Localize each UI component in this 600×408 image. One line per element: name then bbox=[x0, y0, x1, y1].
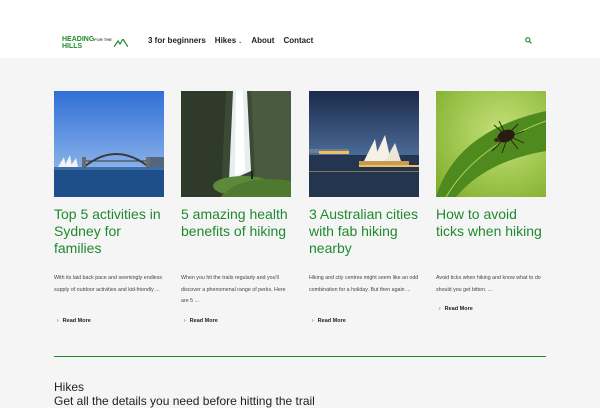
post-image-waterfall-hiker[interactable] bbox=[181, 91, 291, 197]
section-subtitle: Get all the details you need before hitt… bbox=[54, 394, 315, 408]
post-card: 3 Australian cities with fab hiking near… bbox=[309, 91, 419, 324]
nav-item-hikes[interactable]: Hikes ⌄ bbox=[215, 36, 243, 45]
section-title: Hikes bbox=[54, 380, 85, 394]
site-logo[interactable]: HEADINGFOR THE HILLS bbox=[62, 36, 128, 50]
post-card: How to avoid ticks when hiking Avoid tic… bbox=[436, 91, 546, 312]
post-image-tick-on-leaf[interactable] bbox=[436, 91, 546, 197]
post-image-sydney-harbour-bridge[interactable] bbox=[54, 91, 164, 197]
logo-text: HEADINGFOR THE HILLS bbox=[62, 36, 112, 50]
read-more-link[interactable]: › Read More bbox=[436, 306, 473, 312]
post-excerpt: Hiking and city centres might seem like … bbox=[309, 275, 419, 293]
post-image-sydney-opera-house-night[interactable] bbox=[309, 91, 419, 197]
main-nav: 3 for beginners Hikes ⌄ About Contact bbox=[148, 36, 322, 45]
search-icon bbox=[524, 36, 532, 44]
post-excerpt: With its laid back pace and seemingly en… bbox=[54, 275, 163, 293]
post-excerpt: When you hit the trails regularly and yo… bbox=[181, 275, 286, 304]
post-grid: Top 5 activities in Sydney for families … bbox=[54, 91, 546, 331]
post-card: 5 amazing health benefits of hiking When… bbox=[181, 91, 291, 324]
post-title[interactable]: How to avoid ticks when hiking bbox=[436, 206, 546, 240]
nav-item-about[interactable]: About bbox=[251, 36, 274, 45]
chevron-down-icon: ⌄ bbox=[238, 39, 243, 45]
nav-item-3-for-beginners[interactable]: 3 for beginners bbox=[148, 36, 206, 45]
post-title[interactable]: 5 amazing health benefits of hiking bbox=[181, 206, 291, 240]
section-divider bbox=[54, 356, 546, 357]
chevron-right-icon: › bbox=[312, 318, 314, 324]
read-more-link[interactable]: › Read More bbox=[54, 318, 91, 324]
chevron-right-icon: › bbox=[439, 306, 441, 312]
mountain-logo-icon bbox=[113, 39, 128, 47]
read-more-link[interactable]: › Read More bbox=[309, 318, 346, 324]
site-header: HEADINGFOR THE HILLS 3 for beginners Hik… bbox=[0, 0, 600, 58]
post-title[interactable]: Top 5 activities in Sydney for families bbox=[54, 206, 164, 257]
post-card: Top 5 activities in Sydney for families … bbox=[54, 91, 164, 324]
chevron-right-icon: › bbox=[57, 318, 59, 324]
chevron-right-icon: › bbox=[184, 318, 186, 324]
read-more-link[interactable]: › Read More bbox=[181, 318, 218, 324]
nav-item-contact[interactable]: Contact bbox=[283, 36, 313, 45]
search-button[interactable] bbox=[522, 34, 534, 46]
post-title[interactable]: 3 Australian cities with fab hiking near… bbox=[309, 206, 419, 257]
post-excerpt: Avoid ticks when hiking and know what to… bbox=[436, 275, 541, 293]
